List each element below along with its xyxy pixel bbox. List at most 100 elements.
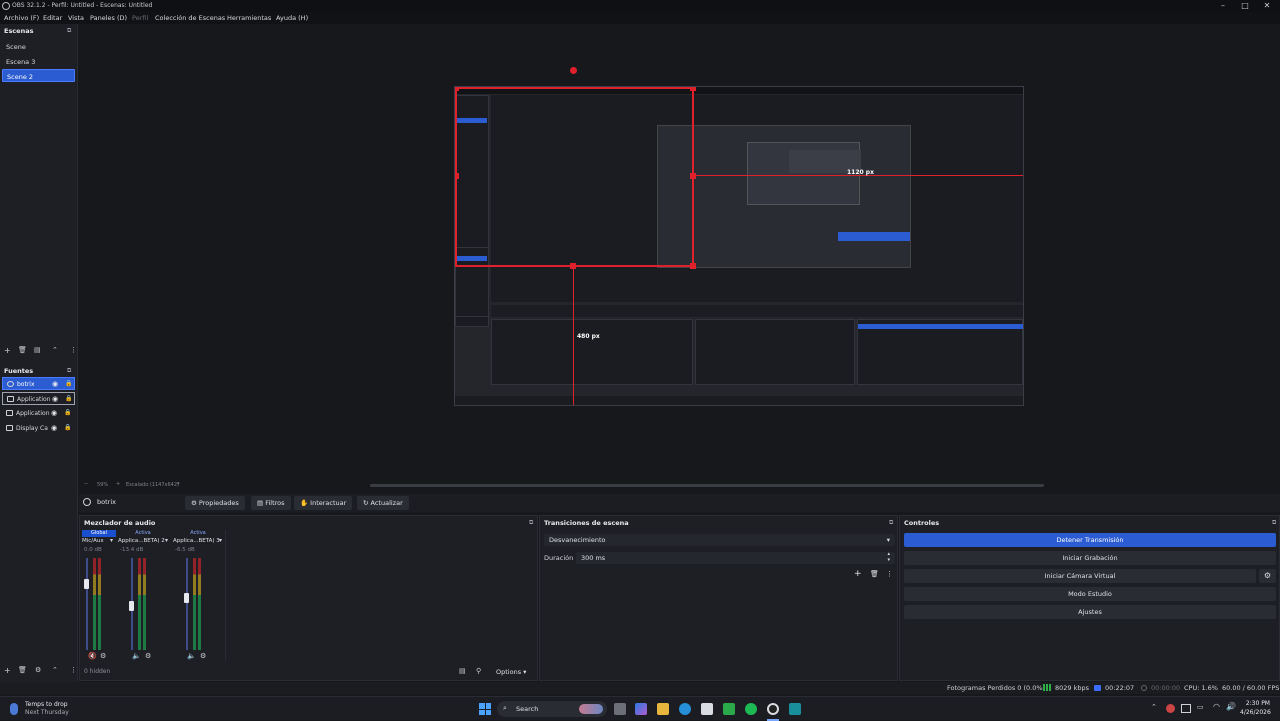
green-app-icon[interactable] xyxy=(723,703,735,715)
settings-button[interactable]: Ajustes xyxy=(904,605,1276,619)
handle-right-mid[interactable] xyxy=(690,173,696,179)
windows-start-icon[interactable] xyxy=(479,703,491,715)
lock-icon[interactable]: 🔒 xyxy=(65,380,72,387)
obs-taskbar-icon[interactable] xyxy=(767,703,779,715)
source-item-display-capture[interactable]: Display Ca ◉ 🔒 xyxy=(2,422,75,435)
spin-arrows-icon[interactable]: ▴ ▾ xyxy=(887,551,890,563)
sources-popout-icon[interactable]: ⧉ xyxy=(67,367,71,375)
visibility-eye-icon[interactable]: ◉ xyxy=(51,424,57,432)
weather-thermometer-icon[interactable] xyxy=(10,703,18,715)
volume-slider-mic[interactable] xyxy=(86,558,88,650)
handle-top-left[interactable] xyxy=(455,87,459,91)
interact-button[interactable]: ✋ Interactuar xyxy=(294,496,353,510)
visibility-eye-icon[interactable]: ◉ xyxy=(52,395,58,403)
volume-icon[interactable]: 🔊 xyxy=(1226,702,1236,711)
refresh-button[interactable]: ↻ Actualizar xyxy=(357,496,409,510)
clock-date[interactable]: 4/26/2026 xyxy=(1240,709,1271,716)
mixer-popout-icon[interactable]: ⧉ xyxy=(529,519,533,527)
zoom-out-button[interactable]: − xyxy=(84,481,88,487)
menu-coleccion-escenas[interactable]: Colección de Escenas xyxy=(155,14,225,22)
source-settings-gear-icon[interactable]: ⚙ xyxy=(35,666,41,674)
menu-herramientas[interactable]: Herramientas xyxy=(227,14,271,22)
menu-ayuda[interactable]: Ayuda (H) xyxy=(276,14,308,22)
remove-transition-icon[interactable]: 🗑 xyxy=(870,570,879,578)
copilot-icon[interactable] xyxy=(635,703,647,715)
channel-menu-chevron-icon[interactable]: ▾ xyxy=(110,537,113,544)
move-up-icon[interactable]: ⌃ xyxy=(52,346,58,354)
transition-select[interactable]: Desvanecimiento ▾ xyxy=(544,534,895,546)
handle-bottom-right[interactable] xyxy=(690,263,696,269)
scale-select[interactable]: Escalado (1147x642) xyxy=(126,482,179,488)
duration-input[interactable]: 300 ms ▴ ▾ xyxy=(576,551,895,564)
spotify-icon[interactable] xyxy=(745,703,757,715)
filter-scene-icon[interactable]: ▤ xyxy=(34,346,41,354)
clock-time[interactable]: 2:30 PM xyxy=(1240,700,1270,707)
store-icon[interactable] xyxy=(701,703,713,715)
mute-icon[interactable]: 🔇 xyxy=(88,652,97,660)
rotation-handle[interactable] xyxy=(570,67,577,74)
menu-vista[interactable]: Vista xyxy=(68,14,84,22)
transition-more-icon[interactable]: ⋮ xyxy=(886,570,893,578)
virtual-camera-settings-gear-icon[interactable]: ⚙ xyxy=(1259,569,1276,583)
speaker-icon[interactable]: 🔈 xyxy=(132,652,141,660)
wifi-icon[interactable]: ◠ xyxy=(1213,702,1220,711)
volume-knob-app2[interactable] xyxy=(129,600,134,611)
zoom-in-button[interactable]: + xyxy=(116,481,120,487)
minimize-button[interactable]: – xyxy=(1212,0,1234,12)
mixer-layout-icon[interactable]: ▤ xyxy=(459,667,466,675)
start-recording-button[interactable]: Iniciar Grabación xyxy=(904,551,1276,565)
mixer-tab-global[interactable]: Global xyxy=(82,530,116,537)
mixer-advanced-icon[interactable]: ⚲ xyxy=(476,667,481,675)
mixer-tab-active-2[interactable]: Activa xyxy=(172,530,224,537)
scale-dropdown-chevron-icon[interactable]: ▾ xyxy=(177,481,180,487)
tray-chevron-up-icon[interactable]: ⌃ xyxy=(1151,703,1157,711)
scene-item-scene[interactable]: Scene xyxy=(2,40,75,53)
menu-paneles[interactable]: Paneles (D) xyxy=(90,14,127,22)
add-transition-icon[interactable]: + xyxy=(854,569,862,579)
handle-left-mid[interactable] xyxy=(455,173,459,179)
scene-item-scene-2[interactable]: Scene 2 xyxy=(2,69,75,82)
lock-icon[interactable]: 🔒 xyxy=(65,395,72,402)
visibility-eye-icon[interactable]: ◉ xyxy=(51,409,57,417)
tray-tablet-icon[interactable]: ▭ xyxy=(1197,703,1204,711)
maximize-button[interactable]: □ xyxy=(1234,0,1256,12)
speaker-icon[interactable]: 🔈 xyxy=(187,652,196,660)
lock-icon[interactable]: 🔒 xyxy=(64,409,71,416)
tray-display-icon[interactable] xyxy=(1181,704,1191,713)
source-item-application-2[interactable]: Application ◉ 🔒 xyxy=(2,407,75,420)
channel-settings-icon[interactable]: ⚙ xyxy=(145,652,151,660)
more-icon[interactable]: ⋮ xyxy=(70,346,77,354)
mixer-tab-active-1[interactable]: Activa xyxy=(120,530,166,537)
handle-top-right[interactable] xyxy=(690,87,696,91)
remove-source-icon[interactable]: 🗑 xyxy=(18,666,27,674)
file-explorer-icon[interactable] xyxy=(657,703,669,715)
task-view-icon[interactable] xyxy=(614,703,626,715)
source-item-application-1[interactable]: Application ◉ 🔒 xyxy=(2,392,75,405)
edge-browser-icon[interactable] xyxy=(679,703,691,715)
controls-popout-icon[interactable]: ⧉ xyxy=(1272,519,1276,527)
handle-bottom-mid[interactable] xyxy=(570,263,576,269)
transitions-popout-icon[interactable]: ⧉ xyxy=(889,519,893,527)
tray-app-icon[interactable] xyxy=(1166,704,1175,713)
taskbar-search[interactable]: ⌕ Search xyxy=(497,701,607,717)
weather-line-2[interactable]: Next Thursday xyxy=(25,709,69,716)
channel-menu-chevron-icon[interactable]: ▾ xyxy=(219,537,222,544)
stop-streaming-button[interactable]: Detener Transmisión xyxy=(904,533,1276,547)
filters-button[interactable]: ▤ Filtros xyxy=(251,496,291,510)
channel-menu-chevron-icon[interactable]: ▾ xyxy=(165,537,168,544)
add-scene-icon[interactable]: + xyxy=(4,346,11,355)
studio-mode-button[interactable]: Modo Estudio xyxy=(904,587,1276,601)
channel-settings-icon[interactable]: ⚙ xyxy=(100,652,106,660)
volume-knob-app3[interactable] xyxy=(184,593,189,604)
volume-knob-mic[interactable] xyxy=(84,578,89,589)
preview-hscrollbar[interactable] xyxy=(370,484,1044,487)
menu-perfil[interactable]: Perfil xyxy=(132,14,148,22)
add-source-icon[interactable]: + xyxy=(4,666,11,675)
visibility-eye-icon[interactable]: ◉ xyxy=(52,380,58,388)
menu-editar[interactable]: Editar xyxy=(43,14,62,22)
volume-slider-app3[interactable] xyxy=(186,558,188,650)
menu-archivo[interactable]: Archivo (F) xyxy=(4,14,39,22)
properties-button[interactable]: ⚙ Propiedades xyxy=(185,496,245,510)
start-virtual-camera-button[interactable]: Iniciar Cámara Virtual xyxy=(904,569,1256,583)
capcut-icon[interactable] xyxy=(789,703,801,715)
